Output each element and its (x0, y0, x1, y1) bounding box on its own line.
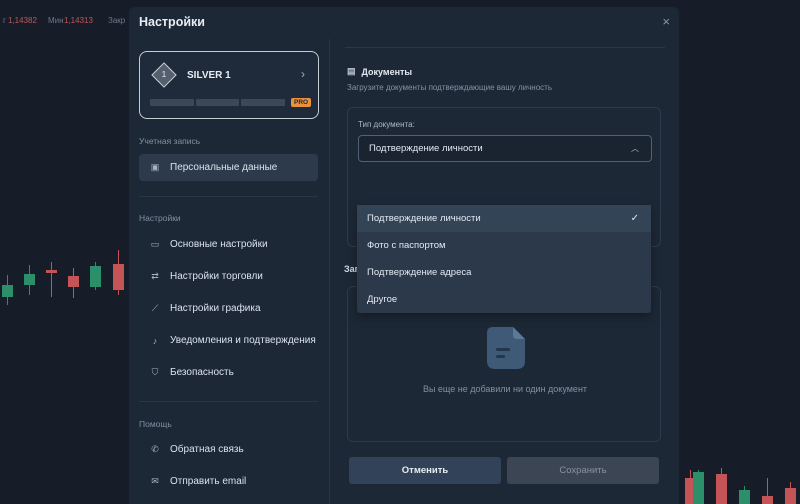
level-progress-bar (150, 99, 286, 106)
candle (90, 262, 101, 290)
section-label-account: Учетная запись (139, 136, 201, 146)
sidebar-item-general-settings[interactable]: ▭ Основные настройки (139, 231, 318, 258)
empty-document-icon (487, 327, 525, 369)
sidebar-item-notifications[interactable]: ♪ Уведомления и подтверждения (139, 327, 318, 354)
ticker-label: Мин (48, 16, 64, 25)
sidebar-item-label: Уведомления и подтверждения (170, 335, 316, 346)
option-label: Другое (367, 294, 398, 305)
candle (693, 470, 704, 504)
sidebar-item-label: Обратная связь (170, 444, 244, 455)
documents-title: Документы (361, 66, 413, 77)
checkmark-icon: ✓ (630, 213, 639, 224)
sidebar-item-feedback[interactable]: ✆ Обратная связь (139, 436, 318, 463)
document-type-dropdown: Подтверждение личности ✓ Фото с паспорто… (357, 205, 651, 313)
candle (762, 478, 773, 504)
mail-icon: ✉ (151, 476, 159, 486)
candle (716, 468, 727, 504)
settings-sidebar: 1 SILVER 1 › PRO Учетная запись ▣ Персон… (129, 39, 329, 504)
option-label: Фото с паспортом (367, 240, 446, 251)
level-card[interactable]: 1 SILVER 1 › PRO (139, 51, 319, 119)
progress-segment (241, 99, 286, 106)
sidebar-item-label: Настройки графика (170, 303, 261, 314)
ticker-label: г (3, 16, 6, 25)
candle (739, 486, 750, 504)
candle (24, 265, 35, 295)
dropdown-option-passport-photo[interactable]: Фото с паспортом (357, 232, 651, 259)
settings-modal: Настройки × 1 SILVER 1 › PRO Учетная зап… (129, 7, 679, 504)
progress-segment (150, 99, 194, 106)
candle (46, 262, 57, 297)
documents-subtitle: Загрузите документы подтверждающие вашу … (347, 83, 553, 92)
bell-icon: ♪ (152, 335, 158, 346)
chart-icon: ⟋ (151, 303, 159, 313)
sidebar-item-label: Персональные данные (170, 162, 278, 173)
sidebar-item-chart-settings[interactable]: ⟋ Настройки графика (139, 295, 318, 322)
ticker-value: 1,14382 (8, 16, 37, 25)
laptop-icon: ▭ (150, 239, 160, 249)
option-label: Подтверждение адреса (367, 267, 472, 278)
dropdown-option-address[interactable]: Подтверждение адреса (357, 259, 651, 286)
option-label: Подтверждение личности (367, 213, 481, 224)
sidebar-item-security[interactable]: ⛉ Безопасность (139, 359, 318, 386)
close-icon[interactable]: × (662, 14, 670, 29)
level-name: SILVER 1 (187, 70, 231, 81)
chevron-right-icon: › (301, 67, 305, 81)
document-icon: ▤ (347, 66, 356, 76)
sidebar-item-label: Отправить email (170, 476, 247, 487)
sidebar-item-personal-data[interactable]: ▣ Персональные данные (139, 154, 318, 181)
document-type-label: Тип документа: (358, 120, 415, 129)
sidebar-item-label: Основные настройки (170, 239, 268, 250)
ticker-value: 1,14313 (64, 16, 93, 25)
level-number: 1 (161, 70, 167, 79)
modal-title: Настройки (139, 15, 205, 29)
sidebar-item-trading-settings[interactable]: ⇄ Настройки торговли (139, 263, 318, 290)
shield-icon: ⛉ (151, 367, 159, 377)
chevron-up-icon: ︿ (631, 144, 639, 153)
phone-icon: ✆ (151, 444, 159, 454)
pro-badge: PRO (291, 98, 312, 107)
divider (345, 47, 665, 48)
section-label-settings: Настройки (139, 213, 181, 223)
id-card-icon: ▣ (150, 162, 160, 172)
sidebar-item-send-email[interactable]: ✉ Отправить email (139, 468, 318, 495)
candle (2, 275, 13, 305)
dropdown-option-identity[interactable]: Подтверждение личности ✓ (357, 205, 651, 232)
modal-header: Настройки × (129, 7, 679, 39)
candle (68, 268, 79, 298)
section-label-help: Помощь (139, 419, 172, 429)
divider (139, 401, 318, 402)
sidebar-item-label: Настройки торговли (170, 271, 263, 282)
ticker-bar: г 1,14382 Мин 1,14313 Закр (0, 0, 130, 42)
cancel-button[interactable]: Отменить (349, 457, 501, 484)
arrows-icon: ⇄ (151, 271, 159, 281)
documents-heading: ▤ Документы (347, 66, 412, 77)
empty-state-text: Вы еще не добавили ни один документ (422, 384, 588, 394)
document-type-value: Подтверждение личности (369, 143, 483, 154)
candle (785, 482, 796, 504)
save-button[interactable]: Сохранить (507, 457, 659, 484)
candle (113, 250, 124, 295)
ticker-label: Закр (108, 16, 126, 25)
divider (139, 196, 318, 197)
dropdown-option-other[interactable]: Другое (357, 286, 651, 313)
document-type-select[interactable]: Подтверждение личности ︿ (358, 135, 652, 162)
progress-segment (195, 99, 240, 106)
sidebar-item-label: Безопасность (170, 367, 234, 378)
